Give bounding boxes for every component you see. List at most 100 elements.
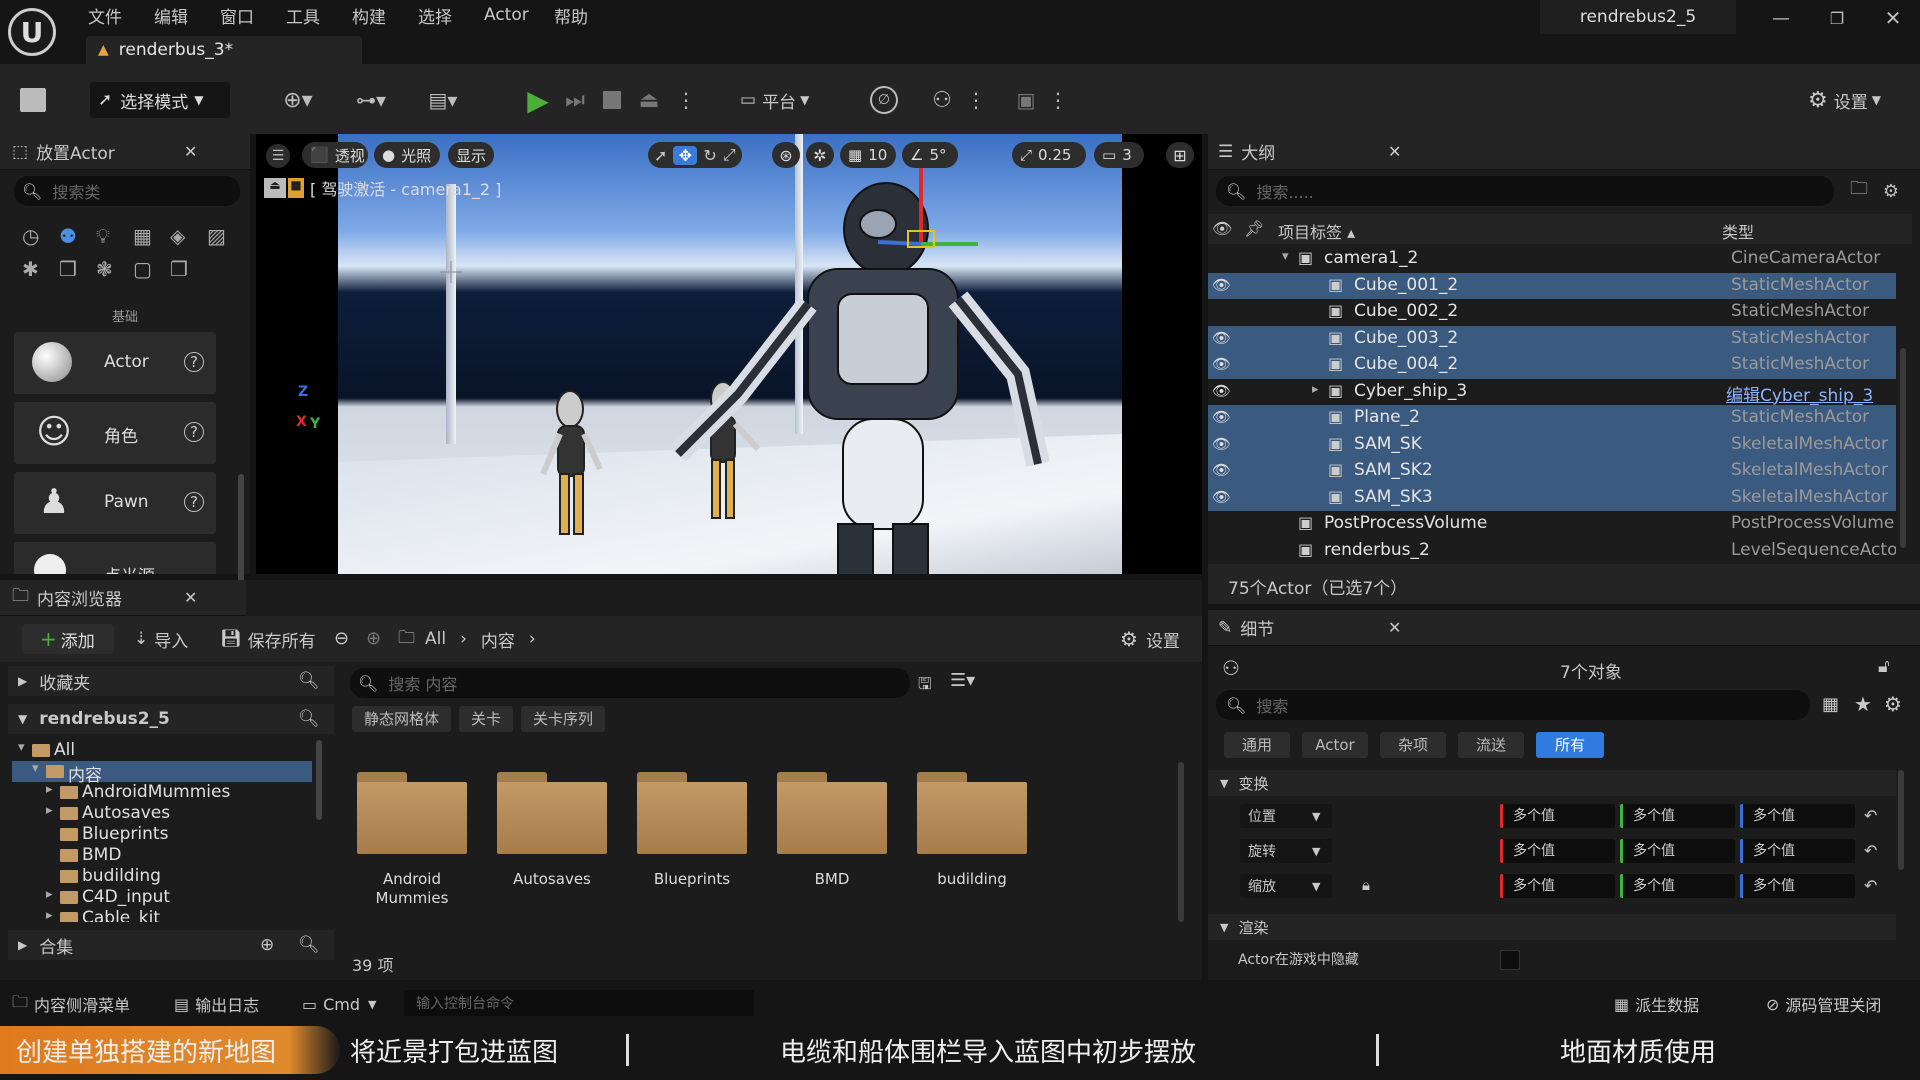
grid-snap-button[interactable]: ▦ 10: [840, 142, 896, 168]
property-dropdown[interactable]: 旋转 ▼: [1240, 839, 1332, 863]
close-window-icon[interactable]: ✕: [1878, 6, 1908, 30]
transform-section-header[interactable]: ▼ 变换: [1208, 770, 1896, 796]
table-view-icon[interactable]: ▦: [1822, 694, 1839, 715]
place-item-actor[interactable]: Actor ?: [14, 332, 216, 394]
multiuser-icon[interactable]: ⚇: [928, 86, 956, 114]
collections-header[interactable]: ▶ 合集 ⊕ 🔍︎: [8, 930, 334, 960]
lock-icon[interactable]: 🔓︎: [1878, 656, 1890, 677]
asset-grid-scrollbar[interactable]: [1178, 762, 1184, 922]
close-icon[interactable]: ✕: [1388, 142, 1401, 161]
chevron-right-icon[interactable]: ▸: [46, 782, 53, 797]
close-icon[interactable]: ✕: [184, 588, 197, 607]
content-settings-button[interactable]: ⚙ 设置: [1120, 624, 1180, 654]
filter-level-sequence[interactable]: 关卡序列: [521, 706, 606, 732]
rotation-snap-button[interactable]: ∠ 5°: [902, 142, 958, 168]
folder-tree-item[interactable]: budilding: [12, 866, 312, 887]
placed-icon[interactable]: ❐: [170, 257, 207, 284]
more-icon[interactable]: ⋮: [1048, 86, 1068, 114]
all-classes-icon[interactable]: ❒: [59, 257, 96, 284]
outliner-row[interactable]: 👁︎ ▣ SAM_SK SkeletalMeshActor: [1208, 431, 1896, 458]
outliner-row[interactable]: ▣ PostProcessVolume PostProcessVolume: [1208, 511, 1896, 538]
multi-value-field[interactable]: 多个值: [1500, 839, 1615, 863]
render-section-header[interactable]: ▼ 渲染: [1208, 914, 1896, 940]
multi-value-field[interactable]: 多个值: [1620, 874, 1735, 898]
visual-effects-icon[interactable]: ◈: [170, 224, 207, 251]
folder-tree-item[interactable]: ▾ 内容: [12, 761, 312, 786]
folder-tree-item[interactable]: BMD: [12, 845, 312, 866]
star-icon[interactable]: ★: [1854, 692, 1872, 716]
menu-edit[interactable]: 编辑: [154, 3, 220, 28]
breadcrumb-all[interactable]: All: [425, 629, 446, 649]
property-dropdown[interactable]: 位置 ▼: [1240, 804, 1332, 828]
multi-value-field[interactable]: 多个值: [1740, 839, 1855, 863]
project-header[interactable]: ▼ rendrebus2_5 🔍︎: [8, 704, 334, 734]
basic-icon[interactable]: ⚉: [59, 224, 96, 251]
forward-icon[interactable]: ⊕: [366, 628, 381, 649]
eye-icon[interactable]: 👁︎: [1212, 382, 1231, 400]
save-all-button[interactable]: 💾︎ 保存所有: [220, 624, 316, 654]
chevron-right-icon[interactable]: ▸: [46, 887, 53, 902]
chapter-item[interactable]: 将近景打包进蓝图: [350, 1026, 620, 1074]
lit-button[interactable]: ● 光照: [374, 142, 440, 168]
folder-tree-item[interactable]: Blueprints: [12, 824, 312, 845]
folder-tree-item[interactable]: ▸ Autosaves: [12, 803, 312, 824]
menu-tools[interactable]: 工具: [286, 3, 352, 28]
tab-actor[interactable]: Actor: [1302, 732, 1368, 758]
search-icon[interactable]: 🔍︎: [298, 709, 320, 729]
menu-select[interactable]: 选择: [418, 3, 484, 28]
search-icon[interactable]: 🔍︎: [298, 671, 320, 691]
details-scrollbar[interactable]: [1898, 770, 1904, 870]
output-log-button[interactable]: ▤ 输出日志: [174, 992, 259, 1016]
breadcrumb-content[interactable]: 内容: [481, 627, 515, 652]
world-local-icon[interactable]: ⊛: [772, 142, 800, 168]
multi-value-field[interactable]: 多个值: [1740, 804, 1855, 828]
eye-icon[interactable]: 👁︎: [1212, 276, 1231, 294]
folder-tile[interactable]: BMD: [772, 772, 892, 932]
outliner-row[interactable]: 👁︎ ▣ Cube_003_2 StaticMeshActor: [1208, 325, 1896, 352]
add-folder-icon[interactable]: 🗀︎: [1848, 178, 1870, 202]
surface-snap-icon[interactable]: ✲: [806, 142, 834, 168]
chapter-item[interactable]: 电缆和船体围栏导入蓝图中初步摆放: [780, 1026, 1340, 1074]
menu-build[interactable]: 构建: [352, 3, 418, 28]
outliner-row[interactable]: ▾ ▣ camera1_2 CineCameraActor: [1208, 246, 1896, 273]
folder-tile[interactable]: budilding: [912, 772, 1032, 932]
filter-level[interactable]: 关卡: [459, 706, 514, 732]
multi-value-field[interactable]: 多个值: [1620, 839, 1735, 863]
scene-render[interactable]: [338, 134, 1122, 574]
place-item-character[interactable]: ☺ 角色 ?: [14, 402, 216, 464]
eject-pilot-icon[interactable]: ⏏: [264, 178, 286, 198]
chapter-item[interactable]: 地面材质使用: [1560, 1026, 1860, 1074]
outliner-search[interactable]: 🔍︎ 搜索.....: [1216, 176, 1834, 206]
lock-icon[interactable]: 🔒︎: [1362, 876, 1370, 894]
reset-icon[interactable]: ↶: [1864, 841, 1877, 860]
eye-icon[interactable]: 👁︎: [1212, 329, 1231, 347]
brush-icon[interactable]: ▢: [133, 257, 170, 284]
eye-icon[interactable]: 👁︎: [1212, 435, 1231, 453]
camera-speed-button[interactable]: ▭ 3: [1094, 142, 1144, 168]
viewport[interactable]: ☰ ⬛ 透视 ● 光照 显示 ⏏ ■ [ 驾驶激活 - camera1_2 ] …: [256, 134, 1202, 574]
cmd-button[interactable]: ▭ Cmd ▼: [302, 992, 377, 1016]
scale-snap-button[interactable]: ⤢ 0.25: [1012, 142, 1086, 168]
minimize-icon[interactable]: —: [1766, 6, 1796, 30]
source-control-button[interactable]: ⊘ 源码管理关闭: [1766, 992, 1881, 1016]
outliner-row[interactable]: 👁︎ ▣ SAM_SK3 SkeletalMeshActor: [1208, 484, 1896, 511]
folder-tree-item[interactable]: ▸ C4D_input: [12, 887, 312, 908]
eye-icon[interactable]: 👁︎: [1212, 461, 1231, 479]
folder-tile[interactable]: Blueprints: [632, 772, 752, 932]
place-item-point-light[interactable]: 点光源: [14, 542, 216, 574]
layout-icon[interactable]: ⊞: [1166, 142, 1194, 168]
place-actor-search[interactable]: 🔍︎ 搜索类: [14, 176, 240, 206]
blueprint-icon[interactable]: ⊶▾: [348, 86, 394, 114]
rotate-tool-icon[interactable]: ↻: [703, 146, 716, 165]
multi-value-field[interactable]: 多个值: [1620, 804, 1735, 828]
tab-streaming[interactable]: 流送: [1458, 732, 1524, 758]
derived-data-button[interactable]: ▦ 派生数据: [1614, 992, 1699, 1016]
edit-blueprint-link[interactable]: 编辑Cyber_ship_3: [1726, 381, 1873, 406]
perspective-button[interactable]: ⬛ 透视: [302, 142, 368, 168]
folder-tile[interactable]: Android Mummies: [352, 772, 472, 932]
outliner-row[interactable]: ▣ renderbus_2 LevelSequenceActor: [1208, 538, 1896, 565]
details-search[interactable]: 🔍︎ 搜索: [1216, 690, 1810, 720]
select-tool-icon[interactable]: ➚: [654, 146, 667, 165]
save-icon[interactable]: [20, 88, 46, 112]
select-mode-button[interactable]: ➚ 选择模式 ▼: [90, 82, 230, 118]
